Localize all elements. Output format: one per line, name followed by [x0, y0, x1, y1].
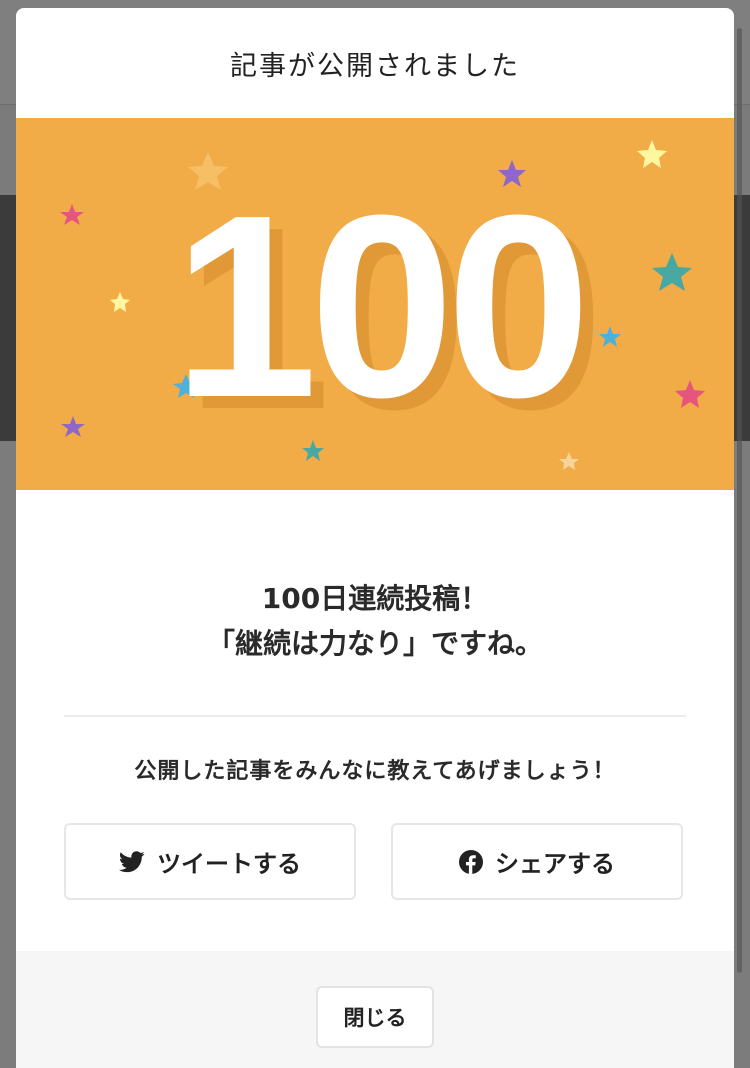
celebration-banner: 100 100: [16, 118, 734, 490]
facebook-button-label: シェアする: [495, 850, 615, 878]
twitter-bird-icon: [119, 850, 145, 872]
star-icon: [599, 326, 621, 347]
tweet-button[interactable]: ツイートする: [64, 823, 356, 900]
celebration-banner-art: 100 100: [60, 140, 705, 470]
tweet-button-label: ツイートする: [157, 850, 301, 878]
star-icon: [61, 416, 85, 437]
section-divider: [64, 715, 686, 717]
scrollbar[interactable]: [737, 28, 742, 973]
star-icon: [637, 140, 667, 168]
milestone-number-text: 100: [173, 162, 583, 452]
congrats-line-1: 100日連続投稿！: [261, 582, 489, 615]
star-icon: [110, 292, 130, 312]
congrats-line-2: 「継続は力なり」ですね。: [206, 627, 543, 660]
milestone-number: 100 100: [173, 162, 604, 464]
congrats-message: 100日連続投稿！ 「継続は力なり」ですね。: [16, 576, 734, 666]
star-icon: [652, 253, 692, 291]
facebook-share-button[interactable]: シェアする: [391, 823, 683, 900]
close-button[interactable]: 閉じる: [316, 986, 434, 1048]
star-icon: [675, 380, 705, 408]
facebook-icon: [459, 849, 483, 874]
star-icon: [60, 204, 84, 225]
share-prompt: 公開した記事をみんなに教えてあげましょう！: [134, 759, 616, 784]
modal-footer: 閉じる: [16, 951, 734, 1068]
modal-title: 記事が公開されました: [230, 50, 520, 82]
publish-complete-modal: 記事が公開されました 100 100 100日連続投稿！ 「継続は力なり」ですね…: [16, 8, 734, 1068]
